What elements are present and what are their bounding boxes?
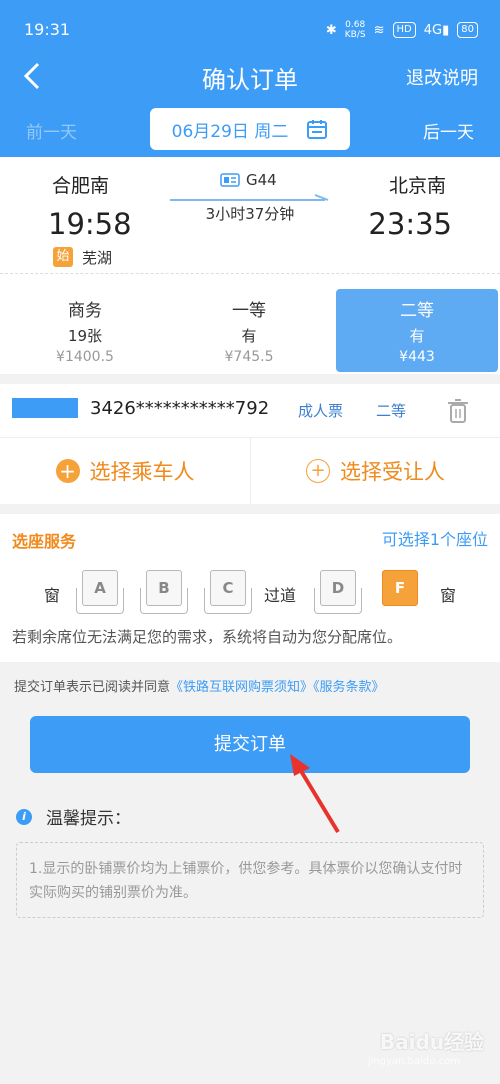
- choose-passenger-button[interactable]: + 选择乘车人: [0, 438, 250, 504]
- terms-link[interactable]: 《服务条款》: [313, 680, 385, 695]
- seat-service: 选座服务 可选择1个座位 窗 A B C 过道 D F 窗 若剩余席位无法满足您…: [0, 514, 500, 662]
- seat-map: 窗 A B C 过道 D F 窗: [0, 568, 500, 618]
- bluetooth-icon: ✱: [325, 22, 337, 38]
- status-icons: ✱ 0.68 KB/S ≋ HD 4G▮ 80: [326, 20, 478, 40]
- seat-class-selector: 商务 19张 ¥1400.5 一等 有 ¥745.5 二等 有 ¥443: [0, 274, 500, 374]
- ticket-type[interactable]: 成人票: [298, 400, 343, 421]
- refund-policy-link[interactable]: 退改说明: [406, 64, 478, 90]
- passenger-id: 3426***********792: [90, 398, 270, 419]
- date-label: 06月29日 周二: [171, 121, 289, 142]
- calendar-icon: [307, 120, 328, 139]
- watermark-url: jingyan.baidu.com: [367, 1056, 460, 1067]
- aisle-label: 过道: [264, 586, 297, 605]
- seat-a[interactable]: A: [76, 570, 124, 614]
- header: 19:31 ✱ 0.68 KB/S ≋ HD 4G▮ 80 确认订单 退改说明 前…: [0, 0, 500, 157]
- passenger-row: 3426***********792 成人票 二等: [0, 384, 500, 438]
- trash-icon[interactable]: [447, 398, 469, 424]
- next-day-button[interactable]: 后一天: [423, 118, 474, 143]
- seat-class-first[interactable]: 一等 有 ¥745.5: [168, 289, 330, 372]
- to-station: 北京南: [388, 175, 446, 197]
- tips-box: 1.显示的卧铺票价均为上铺票价，供您参考。具体票价以您确认支付时实际购买的铺别票…: [16, 842, 484, 918]
- network-speed: 0.68 KB/S: [344, 20, 366, 40]
- status-time: 19:31: [24, 20, 71, 39]
- id-card-icon: [220, 173, 240, 187]
- arrive-time: 23:35: [368, 207, 452, 241]
- signal-icon: 4G▮: [423, 22, 450, 38]
- red-arrow-annotation: [290, 754, 340, 834]
- nav-bar: 确认订单 退改说明: [0, 58, 500, 94]
- plus-icon: +: [55, 459, 80, 483]
- seat-b[interactable]: B: [140, 570, 188, 614]
- seat-service-hint: 可选择1个座位: [381, 530, 488, 549]
- choose-beneficiary-button[interactable]: + 选择受让人: [250, 438, 500, 504]
- seat-d[interactable]: D: [314, 570, 362, 614]
- choose-row: + 选择乘车人 + 选择受让人: [0, 438, 500, 504]
- seat-service-note: 若剩余席位无法满足您的需求，系统将自动为您分配席位。: [12, 628, 403, 646]
- agreement-text: 提交订单表示已阅读并同意《铁路互联网购票须知》《服务条款》: [14, 680, 385, 695]
- tips-header: i 温馨提示：: [16, 804, 131, 829]
- train-number[interactable]: G44: [220, 171, 277, 189]
- redacted-name: [12, 398, 78, 418]
- trip-info: 合肥南 19:58 始 芜湖 G44 3小时37分钟 北京南 23:35: [0, 157, 500, 274]
- plus-outline-icon: +: [306, 459, 330, 483]
- tips-title: 温馨提示：: [46, 809, 131, 829]
- origin-badge: 始: [53, 247, 73, 267]
- via-station: 芜湖: [82, 249, 113, 267]
- seat-c[interactable]: C: [204, 570, 252, 614]
- rail-notice-link[interactable]: 《铁路互联网购票须知》: [170, 680, 313, 695]
- battery-icon: 80: [457, 22, 478, 38]
- date-picker[interactable]: 06月29日 周二: [150, 108, 350, 150]
- submit-order-button[interactable]: 提交订单: [30, 716, 470, 773]
- baidu-watermark: Baidu经验: [379, 1030, 484, 1054]
- from-station: 合肥南: [52, 175, 110, 197]
- seat-service-title: 选座服务: [12, 532, 77, 551]
- seat-f[interactable]: F: [376, 570, 424, 614]
- seat-class-business[interactable]: 商务 19张 ¥1400.5: [4, 289, 166, 372]
- passenger-seat-class[interactable]: 二等: [376, 400, 406, 421]
- date-row: 前一天 06月29日 周二 后一天: [0, 108, 500, 150]
- window-label-right: 窗: [440, 586, 457, 605]
- hd-icon: HD: [392, 22, 416, 38]
- window-label-left: 窗: [44, 586, 61, 605]
- prev-day-button[interactable]: 前一天: [26, 118, 77, 143]
- seat-class-second[interactable]: 二等 有 ¥443: [336, 289, 498, 372]
- status-bar: 19:31 ✱ 0.68 KB/S ≋ HD 4G▮ 80: [0, 0, 500, 58]
- info-icon: i: [16, 808, 32, 825]
- wifi-icon: ≋: [373, 22, 385, 38]
